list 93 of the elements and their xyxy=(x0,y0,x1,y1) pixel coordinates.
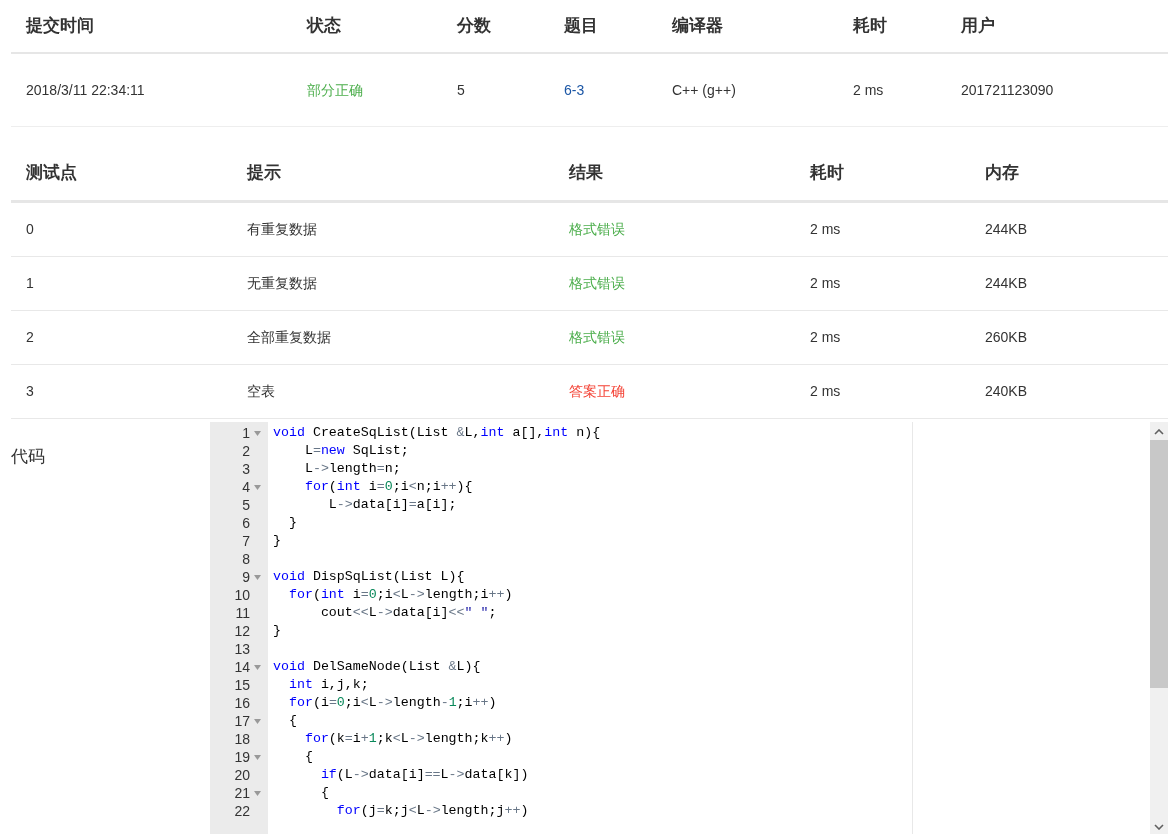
column-header: 测试点 xyxy=(26,162,77,182)
table-cell: 244KB xyxy=(985,275,1028,291)
line-number: 4 xyxy=(242,477,250,497)
table-cell: 2 ms xyxy=(810,383,841,399)
section-label: 代码 xyxy=(11,447,45,466)
fold-arrow-icon[interactable] xyxy=(253,790,261,796)
line-number: 10 xyxy=(234,585,250,605)
column-header: 耗时 xyxy=(853,16,887,36)
scroll-up-icon[interactable] xyxy=(1154,429,1164,435)
line-number: 14 xyxy=(234,657,250,677)
table-cell: 2018/3/11 22:34:11 xyxy=(26,81,145,98)
code-line: int i,j,k; xyxy=(287,676,370,694)
line-number: 7 xyxy=(242,531,250,551)
line-number: 17 xyxy=(234,711,250,731)
result-text: 格式错误 xyxy=(569,275,625,291)
line-number: 2 xyxy=(242,441,250,461)
column-header: 结果 xyxy=(569,162,603,182)
code-line: void DispSqList(List L){ xyxy=(273,568,466,586)
problem-link[interactable]: 6-3 xyxy=(564,81,585,98)
table-cell: 260KB xyxy=(985,329,1028,345)
line-number: 15 xyxy=(234,675,250,695)
column-header: 题目 xyxy=(564,16,598,36)
result-text: 格式错误 xyxy=(569,221,625,237)
code-line: for(i=0;i<L->length-1;i++) xyxy=(287,694,498,712)
fold-arrow-icon[interactable] xyxy=(253,718,261,724)
table-cell: 5 xyxy=(457,81,465,98)
code-line: for(j=k;j<L->length;j++) xyxy=(335,802,530,820)
line-number: 6 xyxy=(242,513,250,533)
code-line: for(int i=0;i<n;i++){ xyxy=(303,478,474,496)
code-line: L->data[i]=a[i]; xyxy=(327,496,458,514)
code-line: void CreateSqList(List &L,int a[],int n){ xyxy=(273,424,602,442)
line-number: 18 xyxy=(234,729,250,749)
code-line: { xyxy=(287,712,298,730)
column-header: 状态 xyxy=(307,16,341,36)
line-number: 13 xyxy=(234,639,250,659)
table-cell: 0 xyxy=(26,221,34,237)
code-line: } xyxy=(287,514,298,532)
code-line: L=new SqList; xyxy=(303,442,410,460)
table-cell: 240KB xyxy=(985,383,1028,399)
code-line: if(L->data[i]==L->data[k]) xyxy=(319,766,530,784)
table-cell: C++ (g++) xyxy=(672,81,736,98)
table-cell: 空表 xyxy=(247,383,275,399)
code-line: cout<<L->data[i]<<" "; xyxy=(319,604,498,622)
column-header: 耗时 xyxy=(810,162,844,182)
table-cell: 1 xyxy=(26,275,34,291)
line-number: 5 xyxy=(242,495,250,515)
code-line: } xyxy=(273,532,282,550)
code-line: for(int i=0;i<L->length;i++) xyxy=(287,586,514,604)
code-line: { xyxy=(303,748,314,766)
fold-arrow-icon[interactable] xyxy=(253,754,261,760)
table-cell: 201721123090 xyxy=(961,81,1054,98)
line-number: 20 xyxy=(234,765,250,785)
line-number: 9 xyxy=(242,567,250,587)
table-cell: 244KB xyxy=(985,221,1028,237)
scrollbar-thumb[interactable] xyxy=(1150,440,1168,688)
code-line: L->length=n; xyxy=(303,460,402,478)
column-header: 提交时间 xyxy=(26,16,94,36)
table-cell: 全部重复数据 xyxy=(247,329,331,345)
table-cell: 3 xyxy=(26,383,34,399)
column-header: 编译器 xyxy=(672,16,723,36)
line-number: 19 xyxy=(234,747,250,767)
code-line: for(k=i+1;k<L->length;k++) xyxy=(303,730,514,748)
scroll-down-icon[interactable] xyxy=(1154,824,1164,830)
line-number: 22 xyxy=(234,801,250,821)
table-cell: 有重复数据 xyxy=(247,221,317,237)
line-number: 1 xyxy=(242,423,250,443)
fold-arrow-icon[interactable] xyxy=(253,574,261,580)
table-cell: 2 ms xyxy=(810,329,841,345)
column-header: 用户 xyxy=(961,16,995,36)
code-line: void DelSameNode(List &L){ xyxy=(273,658,482,676)
line-number: 8 xyxy=(242,549,250,569)
fold-arrow-icon[interactable] xyxy=(253,430,261,436)
table-cell: 2 xyxy=(26,329,34,345)
code-line: } xyxy=(273,622,282,640)
table-cell: 2 ms xyxy=(853,81,884,98)
line-number: 12 xyxy=(234,621,250,641)
code-line: { xyxy=(319,784,330,802)
line-number: 3 xyxy=(242,459,250,479)
fold-arrow-icon[interactable] xyxy=(253,484,261,490)
table-cell: 2 ms xyxy=(810,275,841,291)
column-header: 分数 xyxy=(457,16,491,36)
fold-arrow-icon[interactable] xyxy=(253,664,261,670)
line-number: 16 xyxy=(234,693,250,713)
column-header: 提示 xyxy=(247,162,281,182)
table-cell: 无重复数据 xyxy=(247,275,317,291)
status-text: 部分正确 xyxy=(307,81,363,98)
line-number: 21 xyxy=(234,783,250,803)
result-text: 格式错误 xyxy=(569,329,625,345)
column-header: 内存 xyxy=(985,162,1019,182)
scrollbar[interactable] xyxy=(1150,422,1168,834)
result-text: 答案正确 xyxy=(569,383,625,399)
line-number: 11 xyxy=(235,603,250,623)
table-cell: 2 ms xyxy=(810,221,841,237)
